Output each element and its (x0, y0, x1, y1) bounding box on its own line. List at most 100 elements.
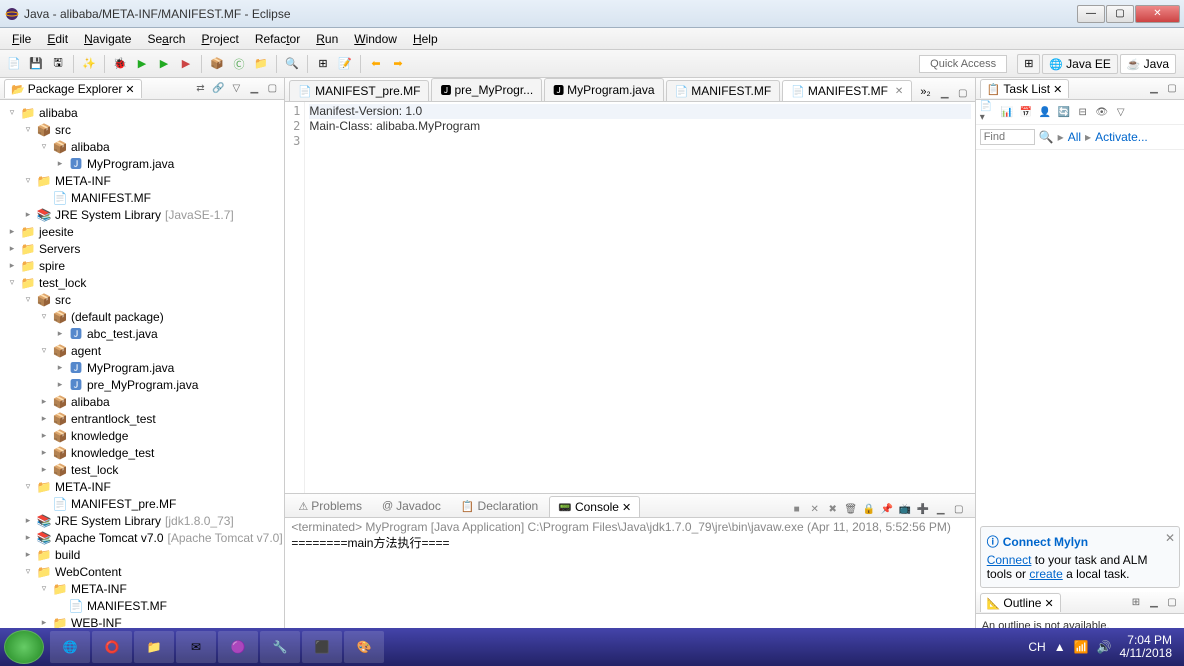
toggle-button[interactable]: ⊞ (313, 54, 333, 74)
nav-forward-button[interactable]: ➡ (388, 54, 408, 74)
connect-link[interactable]: Connect (987, 553, 1032, 567)
tree-abc-test[interactable]: ▸🅹abc_test.java (0, 325, 284, 342)
editor-area[interactable]: 123 Manifest-Version: 1.0Main-Class: ali… (285, 102, 974, 494)
tab-declaration[interactable]: 📋 Declaration (452, 495, 547, 517)
scroll-lock-icon[interactable]: 🔒 (861, 501, 877, 517)
tree-webcontent[interactable]: ▿📁WebContent (0, 563, 284, 580)
tree-webcontent-manifest[interactable]: 📄MANIFEST.MF (0, 597, 284, 614)
minimize-tasklist-icon[interactable]: ▁ (1146, 81, 1162, 97)
sync-icon[interactable]: 🔄 (1056, 104, 1072, 120)
menu-refactor[interactable]: Refactor (247, 30, 308, 48)
tree-entrantlock[interactable]: ▸📦entrantlock_test (0, 410, 284, 427)
collapse-tasks-icon[interactable]: ⊟ (1075, 104, 1091, 120)
new-class-button[interactable]: Ⓒ (229, 54, 249, 74)
link-editor-icon[interactable]: 🔗 (210, 81, 226, 97)
taskbar-eclipse[interactable]: 🟣 (218, 631, 258, 663)
menu-window[interactable]: Window (346, 30, 405, 48)
editor-tab-4[interactable]: 📄MANIFEST.MF (666, 80, 781, 101)
tasklist-menu-icon[interactable]: ▽ (1113, 104, 1129, 120)
remove-all-icon[interactable]: ✖ (825, 501, 841, 517)
console-output[interactable]: <terminated> MyProgram [Java Application… (285, 518, 974, 638)
tree-testlock-pkg[interactable]: ▸📦test_lock (0, 461, 284, 478)
run-last-button[interactable]: ▶ (154, 54, 174, 74)
tree-project-alibaba[interactable]: ▿📁alibaba (0, 104, 284, 121)
close-mylyn-icon[interactable]: ✕ (1165, 531, 1175, 545)
tree-jre18[interactable]: ▸📚JRE System Library[jdk1.8.0_73] (0, 512, 284, 529)
save-all-button[interactable]: 🖫 (48, 54, 68, 74)
perspective-javaee[interactable]: 🌐 Java EE (1042, 54, 1117, 74)
new-task-icon[interactable]: 📄▾ (980, 104, 996, 120)
package-tree[interactable]: ▿📁alibaba ▿📦src ▿📦alibaba ▸🅹MyProgram.ja… (0, 100, 284, 638)
tree-tomcat[interactable]: ▸📚Apache Tomcat v7.0[Apache Tomcat v7.0] (0, 529, 284, 546)
minimize-editor-icon[interactable]: ▁ (937, 85, 953, 101)
collapse-all-icon[interactable]: ⇄ (192, 81, 208, 97)
tree-jeesite[interactable]: ▸📁jeesite (0, 223, 284, 240)
open-console-icon[interactable]: ➕ (915, 501, 931, 517)
tree-testlock-src[interactable]: ▿📦src (0, 291, 284, 308)
tree-default-pkg[interactable]: ▿📦(default package) (0, 308, 284, 325)
clear-console-icon[interactable]: 🗑 (843, 501, 859, 517)
system-tray[interactable]: CH ▲ 📶 🔊 7:04 PM4/11/2018 (1028, 634, 1180, 660)
minimize-button[interactable]: — (1077, 5, 1105, 23)
tray-network-icon[interactable]: 📶 (1074, 640, 1089, 654)
editor-tab-1[interactable]: 📄MANIFEST_pre.MF (289, 80, 429, 101)
tasklist-tab[interactable]: 📋 Task List ✕ (980, 79, 1070, 98)
menu-navigate[interactable]: Navigate (76, 30, 139, 48)
annotation-button[interactable]: 📝 (335, 54, 355, 74)
tree-build[interactable]: ▸📁build (0, 546, 284, 563)
maximize-view-icon[interactable]: ▢ (264, 81, 280, 97)
minimize-console-icon[interactable]: ▁ (933, 501, 949, 517)
tree-knowledge[interactable]: ▸📦knowledge (0, 427, 284, 444)
tree-spire[interactable]: ▸📁spire (0, 257, 284, 274)
activate-link[interactable]: Activate... (1095, 130, 1148, 144)
hide-icon[interactable]: 👁 (1094, 104, 1110, 120)
tree-pkg-alibaba[interactable]: ▿📦alibaba (0, 138, 284, 155)
editor-overflow[interactable]: »₂ (914, 83, 936, 101)
debug-button[interactable]: 🐞 (110, 54, 130, 74)
close-tab-icon[interactable]: ✕ (895, 86, 903, 97)
tree-src[interactable]: ▿📦src (0, 121, 284, 138)
minimize-view-icon[interactable]: ▁ (246, 81, 262, 97)
maximize-console-icon[interactable]: ▢ (951, 501, 967, 517)
remove-launch-icon[interactable]: ✕ (807, 501, 823, 517)
tree-pre-myprogram[interactable]: ▸🅹pre_MyProgram.java (0, 376, 284, 393)
schedule-icon[interactable]: 📅 (1018, 104, 1034, 120)
menu-search[interactable]: Search (139, 30, 193, 48)
maximize-outline-icon[interactable]: ▢ (1164, 595, 1180, 611)
tree-agent[interactable]: ▿📦agent (0, 342, 284, 359)
outline-sort-icon[interactable]: ⊞ (1128, 595, 1144, 611)
external-tools-button[interactable]: ▶ (176, 54, 196, 74)
outline-tab[interactable]: 📐 Outline ✕ (980, 593, 1061, 612)
taskbar-ie[interactable]: 🌐 (50, 631, 90, 663)
close-button[interactable]: ✕ (1135, 5, 1180, 23)
package-explorer-tab[interactable]: 📂 Package Explorer ✕ (4, 79, 142, 98)
open-type-button[interactable]: 📁 (251, 54, 271, 74)
create-link[interactable]: create (1029, 567, 1062, 581)
new-package-button[interactable]: 📦 (207, 54, 227, 74)
menu-help[interactable]: Help (405, 30, 446, 48)
editor-tab-5[interactable]: 📄MANIFEST.MF✕ (782, 80, 912, 101)
tree-knowledge-test[interactable]: ▸📦knowledge_test (0, 444, 284, 461)
save-button[interactable]: 💾 (26, 54, 46, 74)
new-button[interactable]: 📄 (4, 54, 24, 74)
taskbar-explorer[interactable]: 📁 (134, 631, 174, 663)
menu-project[interactable]: Project (193, 30, 246, 48)
quick-access[interactable]: Quick Access (919, 55, 1007, 73)
find-input[interactable] (980, 129, 1035, 145)
taskbar-paint[interactable]: 🎨 (344, 631, 384, 663)
tray-flag-icon[interactable]: ▲ (1054, 640, 1066, 654)
minimize-outline-icon[interactable]: ▁ (1146, 595, 1162, 611)
maximize-tasklist-icon[interactable]: ▢ (1164, 81, 1180, 97)
tab-javadoc[interactable]: @ Javadoc (373, 495, 450, 517)
focus-icon[interactable]: 👤 (1037, 104, 1053, 120)
tree-metainf[interactable]: ▿📁META-INF (0, 172, 284, 189)
search-icon[interactable]: 🔍 (1039, 130, 1054, 144)
maximize-editor-icon[interactable]: ▢ (955, 85, 971, 101)
terminate-icon[interactable]: ■ (789, 501, 805, 517)
perspective-java[interactable]: ☕ Java (1120, 54, 1176, 74)
taskbar-outlook[interactable]: ✉ (176, 631, 216, 663)
tree-agent-myprogram[interactable]: ▸🅹MyProgram.java (0, 359, 284, 376)
tray-lang[interactable]: CH (1028, 640, 1045, 654)
tab-problems[interactable]: ⚠ Problems (289, 495, 371, 517)
open-perspective-button[interactable]: ⊞ (1017, 54, 1040, 74)
